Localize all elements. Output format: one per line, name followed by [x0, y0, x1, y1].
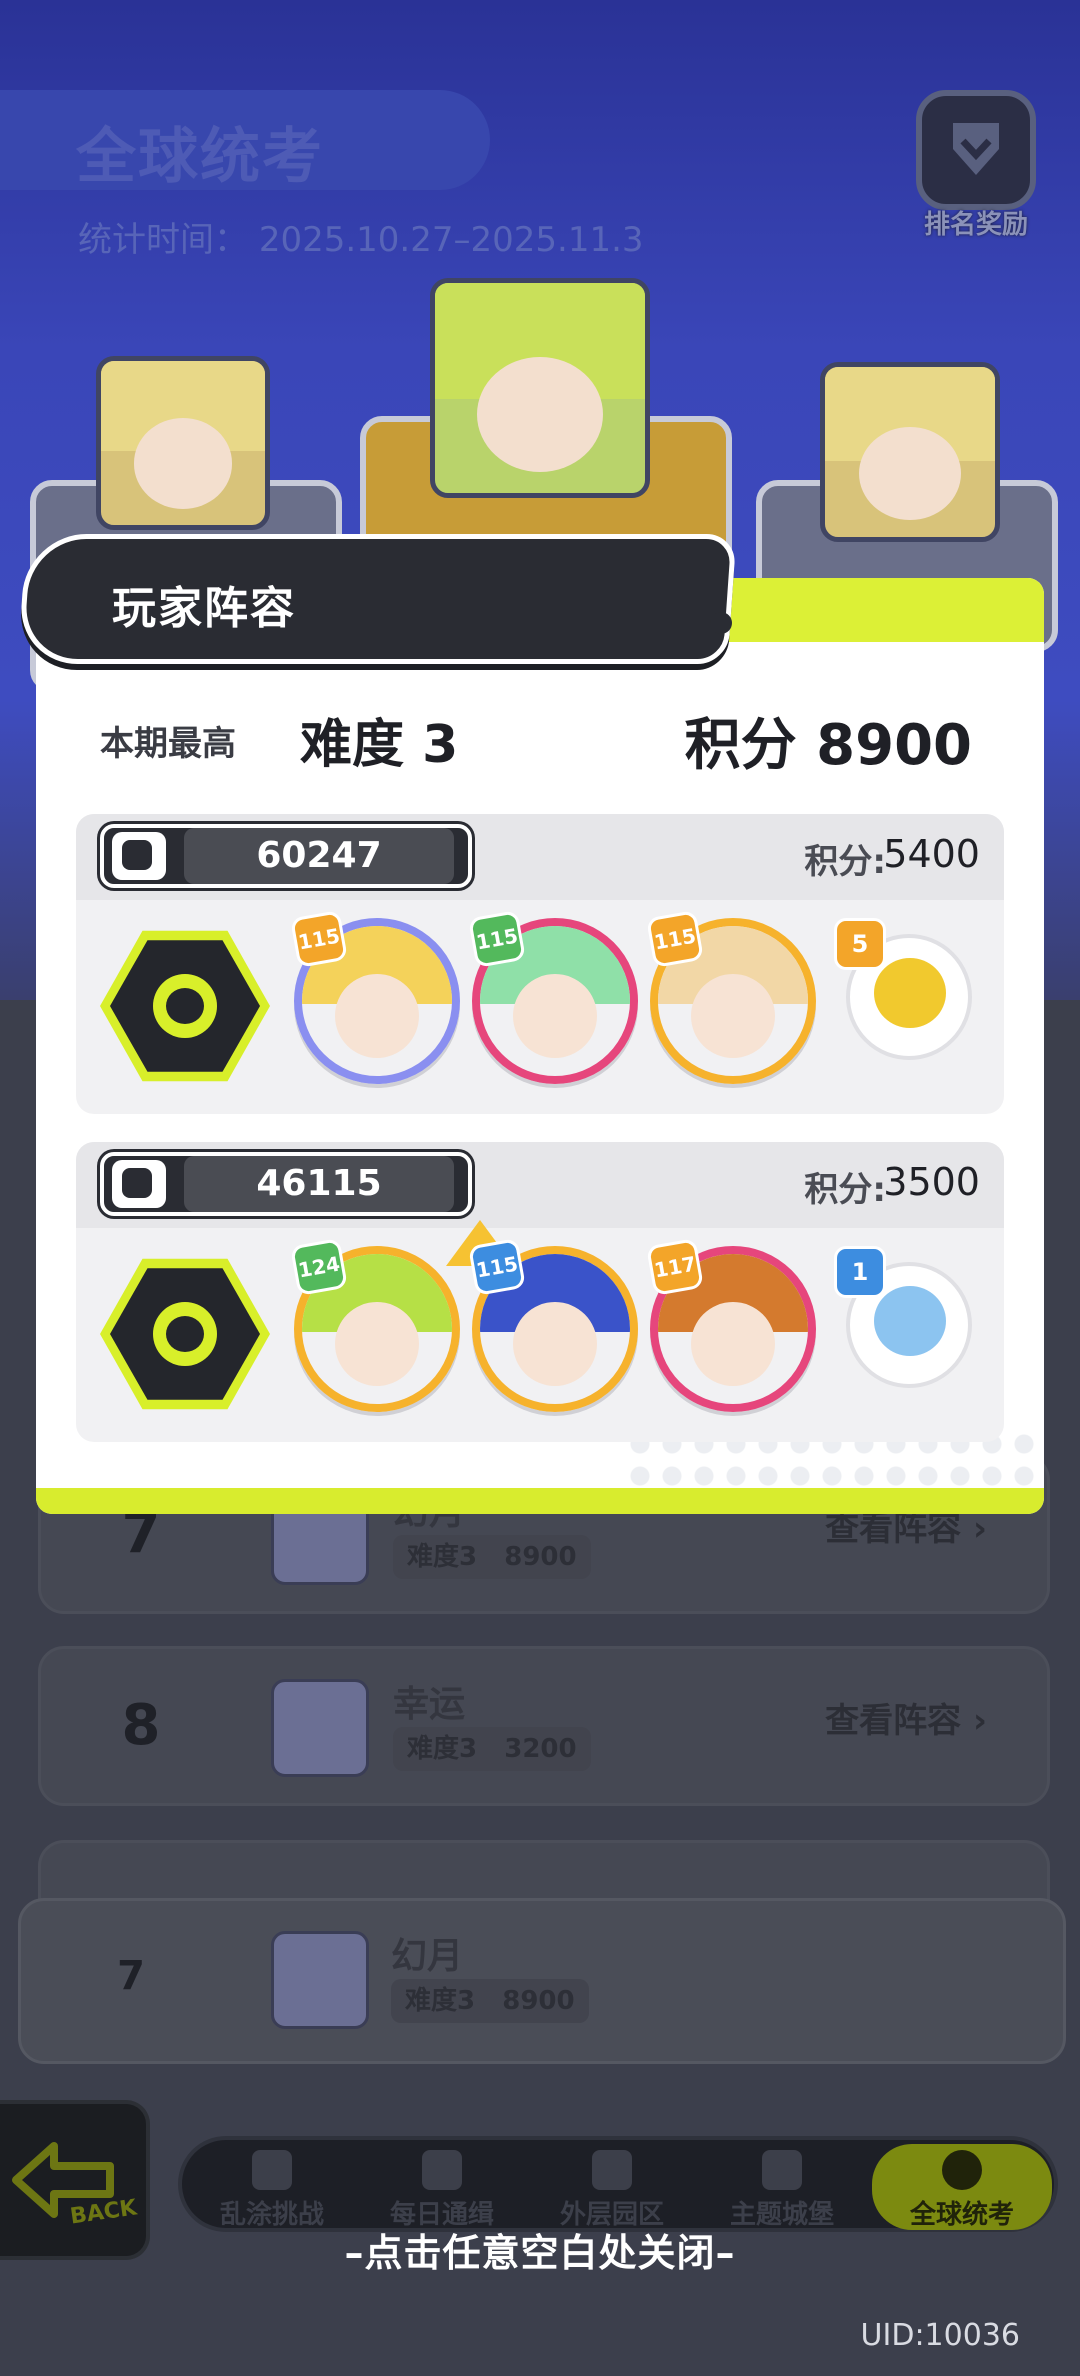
user-id: UID:10036 [860, 2318, 1020, 2353]
fist-icon [112, 1160, 166, 1208]
skill-emblem[interactable] [100, 1258, 270, 1410]
ranking-row[interactable]: 8 幸运 难度3 3200 查看阵容 › [38, 1646, 1050, 1806]
podium-first-avatar[interactable] [430, 278, 650, 498]
team-card-2: 46115 积分: 3500 124 115 117 1 [76, 1142, 1004, 1442]
close-hint[interactable]: –点击任意空白处关闭– [0, 2222, 1080, 2277]
rank-reward-label: 排名奖励 [923, 210, 1028, 240]
pet-level: 1 [834, 1246, 886, 1298]
hero-level: 115 [468, 910, 526, 968]
rank-number: 8 [121, 1693, 161, 1758]
stat-time-label: 统计时间： [78, 220, 248, 260]
team-score-value: 3500 [883, 1160, 980, 1204]
nav-item-theme-castle[interactable]: 主题城堡 [712, 2150, 852, 2231]
podium-third-avatar[interactable] [820, 362, 1000, 542]
hero-level: 124 [290, 1238, 348, 1296]
team-score-label: 积分: [804, 1170, 886, 1210]
medal-icon [916, 90, 1036, 210]
power-badge: 46115 [100, 1152, 472, 1216]
player-avatar [271, 1679, 369, 1777]
team-power: 60247 [184, 828, 454, 884]
nav-item-outer-park[interactable]: 外层园区 [542, 2150, 682, 2231]
rank-reward-button[interactable]: 排名奖励 [906, 90, 1046, 240]
stat-time-value: 2025.10.27–2025.11.3 [258, 220, 644, 260]
team-score-value: 5400 [883, 832, 980, 876]
rank-number: 7 [117, 1953, 145, 1999]
my-ranking-row[interactable]: 7 幻月 难度3 8900 [18, 1898, 1066, 2064]
hero-level: 115 [290, 910, 348, 968]
hero-level: 115 [646, 910, 704, 968]
page-title: 全球统考 [76, 122, 324, 192]
podium-second-avatar[interactable] [96, 356, 270, 530]
team-power: 46115 [184, 1156, 454, 1212]
nav-item-daily-wanted[interactable]: 每日通缉 [372, 2150, 512, 2231]
castle-icon [762, 2150, 802, 2190]
player-name: 幸运 [393, 1684, 466, 1725]
bottom-nav: 乱涂挑战 每日通缉 外层园区 主题城堡 全球统考 [178, 2136, 1058, 2232]
pet-level: 5 [834, 918, 886, 970]
hero-level: 115 [468, 1238, 526, 1296]
player-avatar [271, 1931, 369, 2029]
skill-emblem[interactable] [100, 930, 270, 1082]
nav-item-global-exam[interactable]: 全球统考 [872, 2144, 1052, 2230]
fist-icon [112, 832, 166, 880]
ranking-row-partial [38, 1840, 1050, 1900]
view-lineup-button[interactable]: 查看阵容 › [825, 1693, 987, 1742]
difficulty-tag: 难度3 8900 [393, 1535, 591, 1579]
skull-icon [942, 2150, 982, 2190]
best-score: 积分 8900 [684, 713, 972, 778]
power-badge: 60247 [100, 824, 472, 888]
team-card-1: 60247 积分: 5400 115 115 115 5 [76, 814, 1004, 1114]
team-score-label: 积分: [804, 842, 886, 882]
hero-level: 117 [646, 1238, 704, 1296]
gamepad-icon [592, 2150, 632, 2190]
gamepad-icon [252, 2150, 292, 2190]
best-label: 本期最高 [100, 724, 236, 764]
stat-time: 统计时间： 2025.10.27–2025.11.3 [78, 212, 644, 261]
difficulty-tag: 难度3 3200 [393, 1727, 591, 1771]
wanted-icon [422, 2150, 462, 2190]
best-difficulty: 难度 3 [300, 715, 459, 775]
modal-title: 玩家阵容 [112, 583, 296, 634]
difficulty-tag: 难度3 8900 [391, 1979, 589, 2023]
nav-item-doodle-challenge[interactable]: 乱涂挑战 [202, 2150, 342, 2231]
player-name: 幻月 [391, 1936, 464, 1977]
